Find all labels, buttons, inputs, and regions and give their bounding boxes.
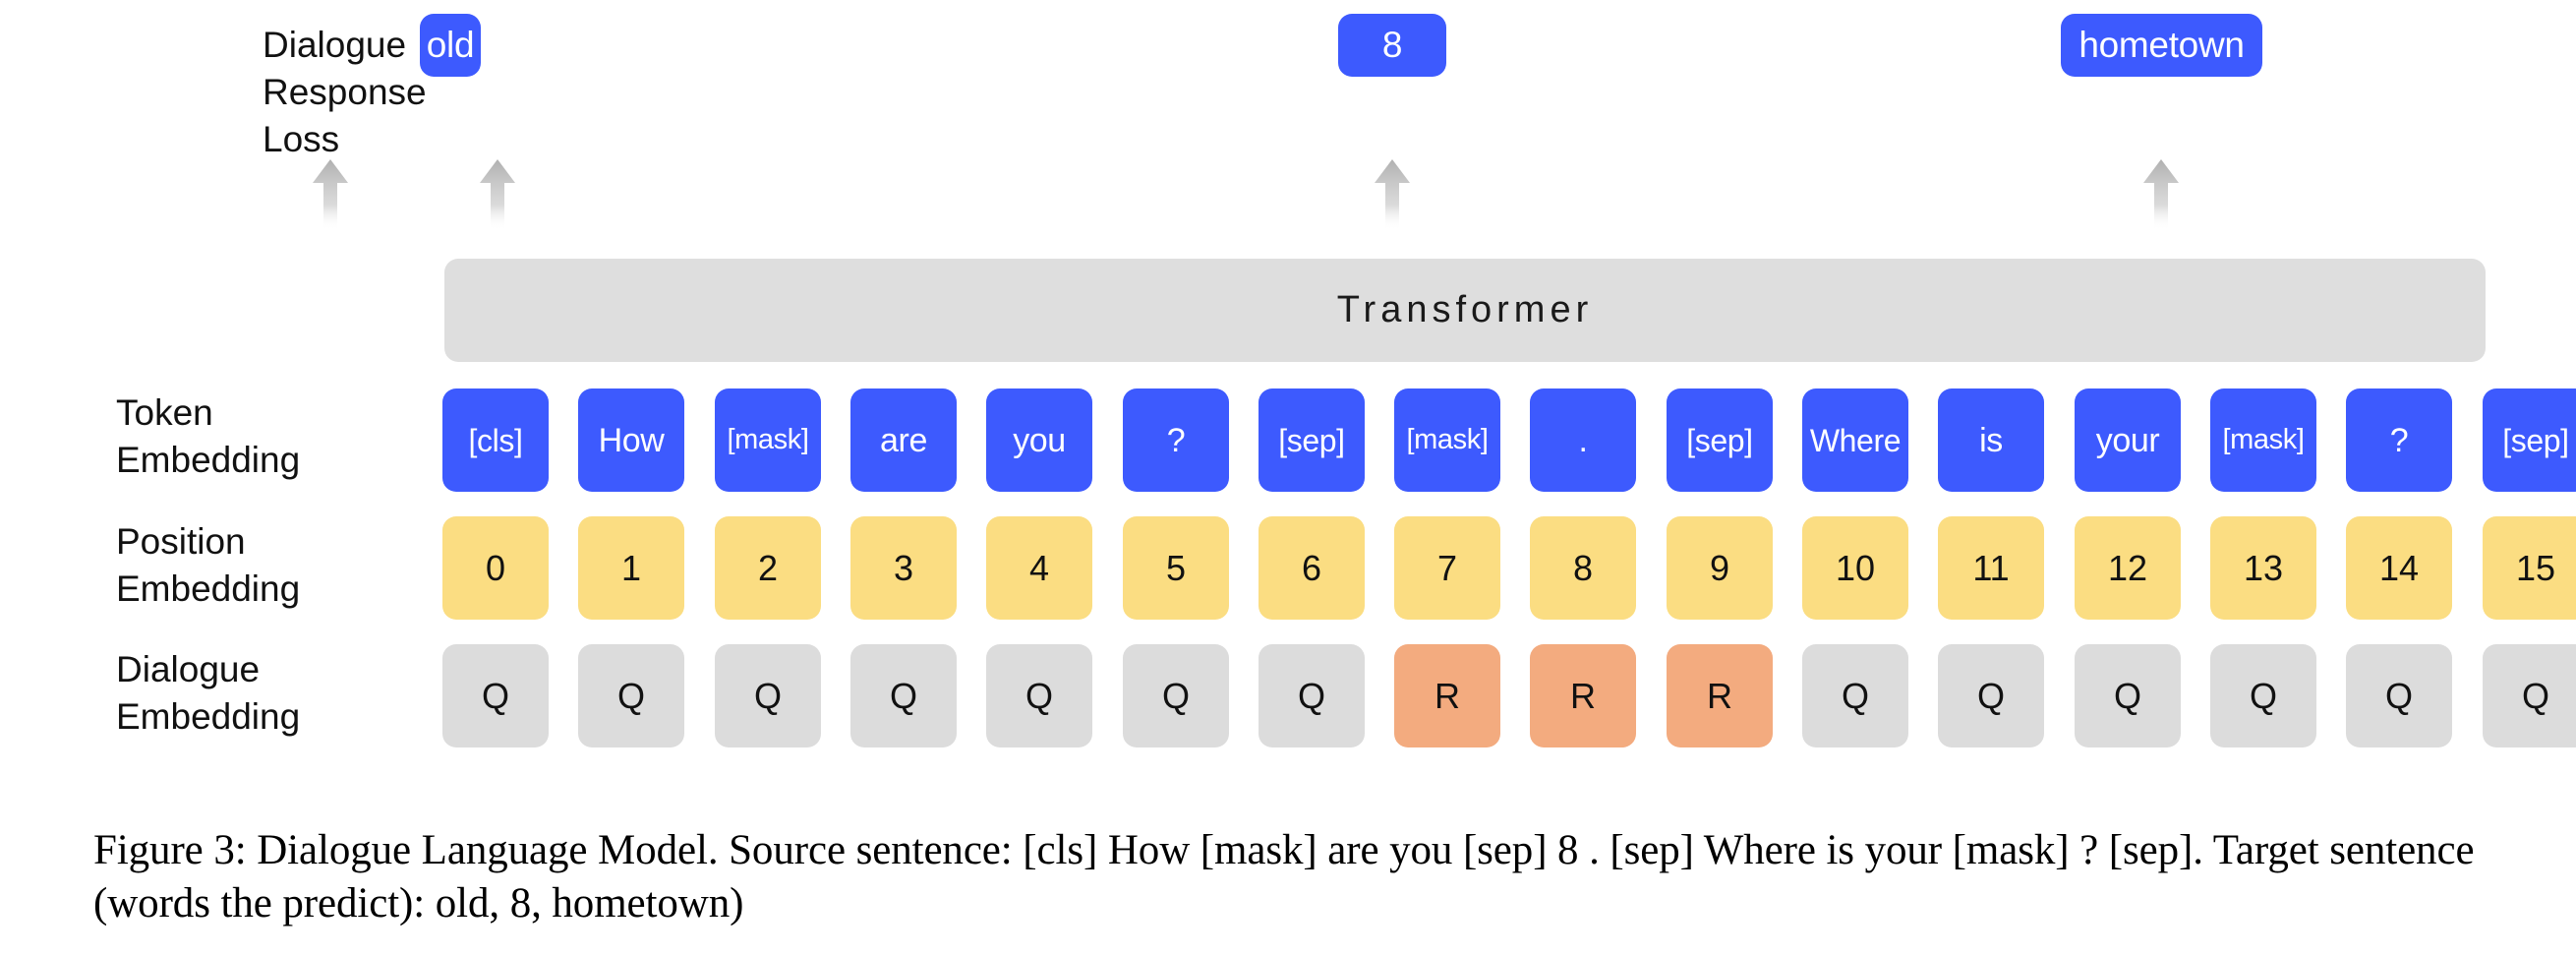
dialogue-embedding-cell-9[interactable]: R — [1667, 644, 1773, 747]
position-embedding-cell-14[interactable]: 14 — [2346, 516, 2452, 620]
figure-dialogue-language-model: Dialogue Response Loss old 8 hometown Tr… — [0, 0, 2576, 956]
dialogue-embedding-cell-14[interactable]: Q — [2346, 644, 2452, 747]
arrow-up-icon-8 — [1373, 159, 1412, 230]
token-embedding-cell-12[interactable]: your — [2075, 388, 2181, 492]
dialogue-embedding-cell-0[interactable]: Q — [442, 644, 549, 747]
position-embedding-cell-9[interactable]: 9 — [1667, 516, 1773, 620]
token-embedding-cell-15[interactable]: [sep] — [2483, 388, 2576, 492]
transformer-block: Transformer — [444, 259, 2486, 362]
position-embedding-cell-11[interactable]: 11 — [1938, 516, 2044, 620]
dialogue-embedding-cell-5[interactable]: Q — [1123, 644, 1229, 747]
transformer-label: Transformer — [1336, 289, 1594, 330]
arrow-up-icon-old — [478, 159, 517, 230]
row-label-dialogue-embedding: Dialogue Embedding — [116, 649, 301, 737]
token-embedding-cell-2[interactable]: [mask] — [715, 388, 821, 492]
position-embedding-cell-0[interactable]: 0 — [442, 516, 549, 620]
dialogue-embedding-cell-6[interactable]: Q — [1259, 644, 1365, 747]
position-embedding-cell-5[interactable]: 5 — [1123, 516, 1229, 620]
dialogue-embedding-cell-1[interactable]: Q — [578, 644, 684, 747]
position-embedding-cell-3[interactable]: 3 — [850, 516, 957, 620]
arrow-up-icon-hometown — [2141, 159, 2181, 230]
dialogue-embedding-cell-4[interactable]: Q — [986, 644, 1092, 747]
output-box-old[interactable]: old — [420, 14, 481, 77]
position-embedding-cell-6[interactable]: 6 — [1259, 516, 1365, 620]
token-embedding-cell-5[interactable]: ? — [1123, 388, 1229, 492]
token-embedding-cell-14[interactable]: ? — [2346, 388, 2452, 492]
figure-caption: Figure 3: Dialogue Language Model. Sourc… — [93, 827, 2475, 926]
position-embedding-cell-10[interactable]: 10 — [1802, 516, 1908, 620]
position-embedding-cell-8[interactable]: 8 — [1530, 516, 1636, 620]
row-label-token-embedding: Token Embedding — [116, 392, 301, 480]
dialogue-embedding-cell-13[interactable]: Q — [2210, 644, 2316, 747]
token-embedding-cell-8[interactable]: . — [1530, 388, 1636, 492]
position-embedding-cell-7[interactable]: 7 — [1394, 516, 1500, 620]
token-embedding-cell-3[interactable]: are — [850, 388, 957, 492]
token-embedding-cell-0[interactable]: [cls] — [442, 388, 549, 492]
dialogue-embedding-cell-10[interactable]: Q — [1802, 644, 1908, 747]
token-embedding-cell-13[interactable]: [mask] — [2210, 388, 2316, 492]
dialogue-embedding-cell-15[interactable]: Q — [2483, 644, 2576, 747]
dialogue-embedding-cell-7[interactable]: R — [1394, 644, 1500, 747]
dialogue-embedding-cell-12[interactable]: Q — [2075, 644, 2181, 747]
position-embedding-cell-2[interactable]: 2 — [715, 516, 821, 620]
position-embedding-cell-1[interactable]: 1 — [578, 516, 684, 620]
dialogue-embedding-cell-2[interactable]: Q — [715, 644, 821, 747]
token-embedding-cell-4[interactable]: you — [986, 388, 1092, 492]
position-embedding-cell-12[interactable]: 12 — [2075, 516, 2181, 620]
token-embedding-cell-10[interactable]: Where — [1802, 388, 1908, 492]
token-embedding-cell-9[interactable]: [sep] — [1667, 388, 1773, 492]
position-embedding-cell-13[interactable]: 13 — [2210, 516, 2316, 620]
dialogue-embedding-cell-3[interactable]: Q — [850, 644, 957, 747]
dialogue-embedding-cell-11[interactable]: Q — [1938, 644, 2044, 747]
position-embedding-cell-15[interactable]: 15 — [2483, 516, 2576, 620]
position-embedding-cell-4[interactable]: 4 — [986, 516, 1092, 620]
dialogue-embedding-cell-8[interactable]: R — [1530, 644, 1636, 747]
row-label-position-embedding: Position Embedding — [116, 521, 301, 609]
token-embedding-cell-11[interactable]: is — [1938, 388, 2044, 492]
output-box-hometown[interactable]: hometown — [2061, 14, 2262, 77]
token-embedding-cell-6[interactable]: [sep] — [1259, 388, 1365, 492]
output-box-8[interactable]: 8 — [1338, 14, 1446, 77]
token-embedding-cell-1[interactable]: How — [578, 388, 684, 492]
arrow-up-icon-loss — [311, 159, 350, 230]
token-embedding-cell-7[interactable]: [mask] — [1394, 388, 1500, 492]
